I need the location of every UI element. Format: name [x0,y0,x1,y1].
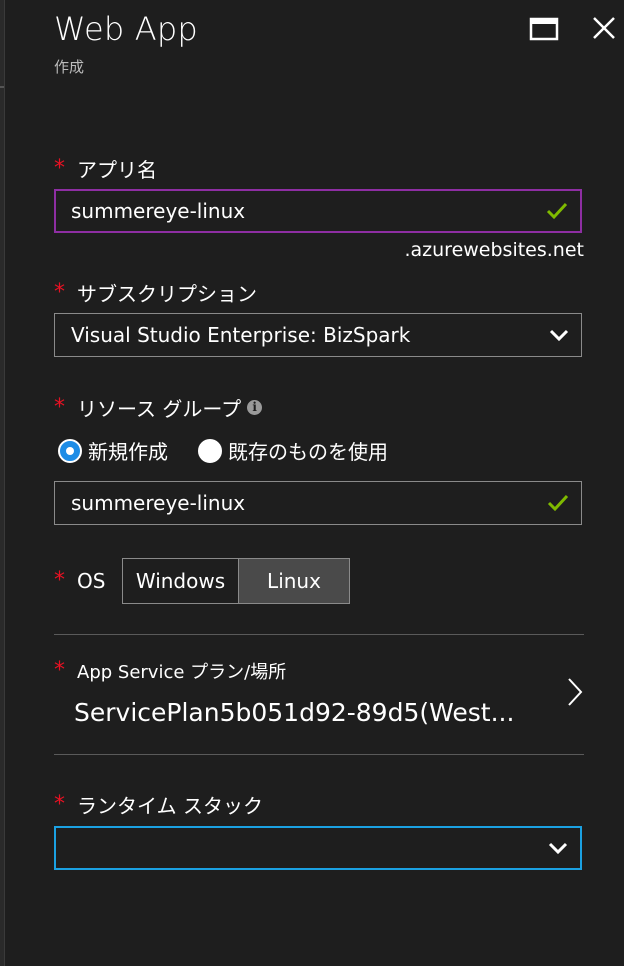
runtime-stack-label: * ランタイム スタック [54,790,263,819]
required-asterisk: * [54,394,65,420]
required-asterisk: * [54,791,65,817]
radio-selected-indicator [58,438,82,463]
os-option-windows[interactable]: Windows [123,559,239,603]
radio-unselected-indicator [198,438,222,463]
resource-group-input[interactable]: summereye-linux [54,481,582,525]
resource-group-options: 新規作成 既存のものを使用 [58,436,418,465]
subscription-label-text: サブスクリプション [77,282,257,306]
required-asterisk: * [54,568,65,593]
radio-create-new-label: 新規作成 [88,440,168,464]
app-name-label-text: アプリ名 [77,158,157,182]
subscription-value: Visual Studio Enterprise: BizSpark [71,323,411,347]
maximize-icon [529,17,559,41]
runtime-stack-dropdown[interactable] [54,826,582,870]
app-name-label: * アプリ名 [54,154,157,183]
os-label: * OS [54,569,105,593]
close-icon [593,17,615,39]
divider [54,754,584,755]
info-icon[interactable]: i [247,400,263,415]
resource-group-label-text: リソース グループ [77,397,242,421]
resource-group-value: summereye-linux [71,491,246,515]
subscription-dropdown[interactable]: Visual Studio Enterprise: BizSpark [54,313,582,357]
app-service-plan-value: ServicePlan5b051d92-89d5(West... [74,698,515,727]
os-label-text: OS [77,569,106,593]
radio-create-new[interactable]: 新規作成 [58,436,168,465]
subscription-label: * サブスクリプション [54,278,257,307]
valid-check-icon [547,494,569,512]
app-service-plan-label-text: App Service プラン/場所 [77,662,287,683]
blade-title: Web App [54,10,198,48]
app-name-input[interactable]: summereye-linux [54,189,582,233]
left-edge-strip [0,0,5,966]
maximize-button[interactable] [529,16,559,42]
app-service-plan-selector[interactable]: * App Service プラン/場所 ServicePlan5b051d92… [54,640,584,750]
chevron-right-icon [568,678,583,706]
runtime-stack-label-text: ランタイム スタック [77,794,263,818]
valid-check-icon [546,202,568,220]
chevron-down-icon [548,842,568,855]
required-asterisk: * [54,279,65,305]
domain-suffix: .azurewebsites.net [404,239,584,261]
chevron-down-icon [549,329,569,342]
resource-group-label: * リソース グループ i [54,393,263,422]
left-edge-mark [0,86,4,88]
app-name-value: summereye-linux [71,199,246,223]
radio-use-existing-label: 既存のものを使用 [228,440,388,464]
close-button[interactable] [589,13,619,43]
app-service-plan-label: * App Service プラン/場所 [54,658,286,684]
os-option-linux[interactable]: Linux [239,559,349,603]
required-asterisk: * [54,658,65,683]
required-asterisk: * [54,155,65,181]
os-toggle-group: Windows Linux [122,558,350,604]
radio-use-existing[interactable]: 既存のものを使用 [198,436,388,465]
divider [54,634,584,635]
blade-subtitle: 作成 [54,58,85,76]
